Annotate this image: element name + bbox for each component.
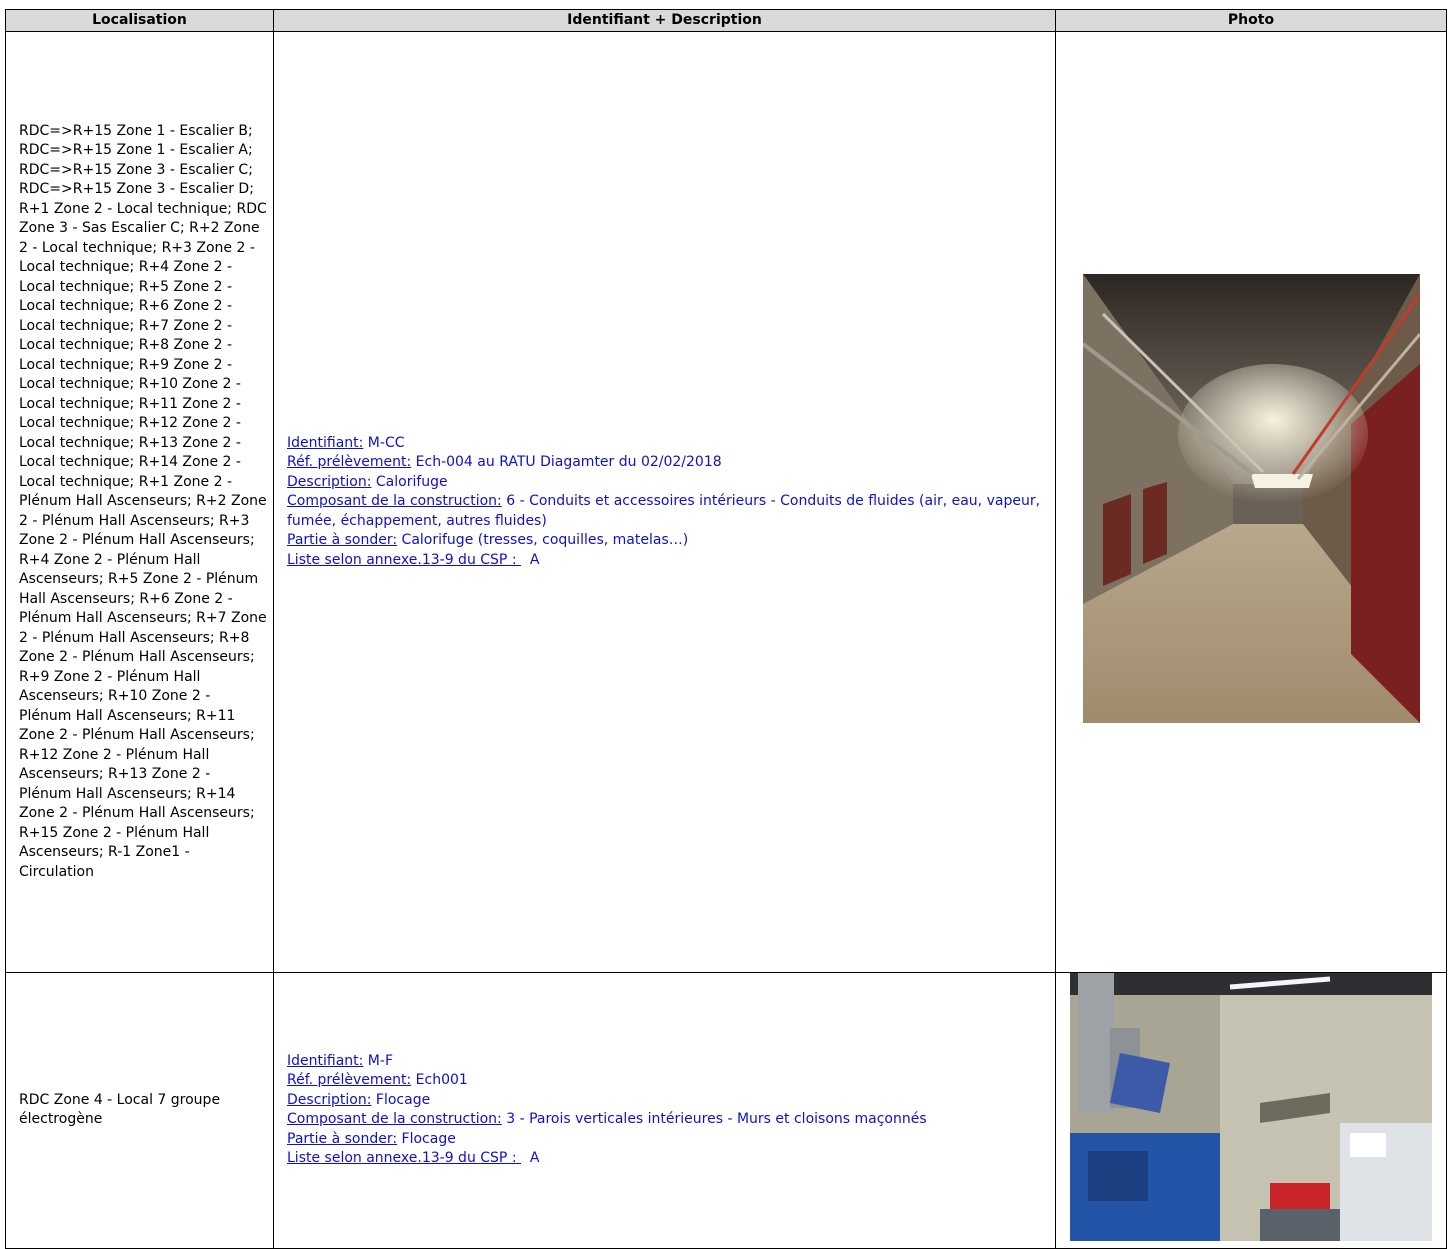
description-line: Description: Calorifuge bbox=[287, 473, 1050, 493]
partie-line: Partie à sonder: Flocage bbox=[287, 1130, 1050, 1150]
localisation-cell: RDC=>R+15 Zone 1 - Escalier B; RDC=>R+15… bbox=[5, 31, 274, 973]
ref-label: Réf. prélèvement: bbox=[287, 454, 412, 471]
generator-room-photo bbox=[1070, 973, 1432, 1241]
description-line: Description: Flocage bbox=[287, 1091, 1050, 1111]
liste-line: Liste selon annexe.13-9 du CSP : A bbox=[287, 551, 1050, 571]
corridor-photo bbox=[1082, 274, 1420, 724]
liste-value: A bbox=[521, 1150, 540, 1167]
table-row: RDC Zone 4 - Local 7 groupe électrogène … bbox=[5, 972, 1447, 1249]
header-localisation: Localisation bbox=[5, 9, 274, 32]
identifiant-value: M-CC bbox=[363, 434, 405, 451]
ref-line: Réf. prélèvement: Ech-004 au RATU Diagam… bbox=[287, 453, 1050, 473]
table-header-row: Localisation Identifiant + Description P… bbox=[5, 9, 1447, 32]
header-photo: Photo bbox=[1055, 9, 1447, 32]
table-row: RDC=>R+15 Zone 1 - Escalier B; RDC=>R+15… bbox=[5, 31, 1447, 973]
partie-value: Flocage bbox=[397, 1130, 456, 1147]
ref-label: Réf. prélèvement: bbox=[287, 1072, 412, 1089]
composant-value: 3 - Parois verticales intérieures - Murs… bbox=[501, 1111, 927, 1128]
description-cell: Identifiant: M-F Réf. prélèvement: Ech00… bbox=[273, 972, 1056, 1249]
description-label: Description: bbox=[287, 473, 372, 490]
partie-label: Partie à sonder: bbox=[287, 532, 398, 549]
identifiant-line: Identifiant: M-F bbox=[287, 1052, 1050, 1072]
composant-label: Composant de la construction: bbox=[287, 1111, 502, 1128]
partie-line: Partie à sonder: Calorifuge (tresses, co… bbox=[287, 531, 1050, 551]
liste-line: Liste selon annexe.13-9 du CSP : A bbox=[287, 1149, 1050, 1169]
localisation-cell: RDC Zone 4 - Local 7 groupe électrogène bbox=[5, 972, 274, 1249]
ref-line: Réf. prélèvement: Ech001 bbox=[287, 1071, 1050, 1091]
composant-line: Composant de la construction: 3 - Parois… bbox=[287, 1110, 1050, 1130]
photo-cell bbox=[1055, 972, 1447, 1249]
liste-label: Liste selon annexe.13-9 du CSP : bbox=[287, 551, 521, 568]
liste-label: Liste selon annexe.13-9 du CSP : bbox=[287, 1150, 521, 1167]
identifiant-label: Identifiant: bbox=[287, 1052, 364, 1069]
identifiant-label: Identifiant: bbox=[287, 434, 364, 451]
report-table: Localisation Identifiant + Description P… bbox=[5, 9, 1447, 1249]
ref-value: Ech001 bbox=[411, 1072, 468, 1089]
composant-line: Composant de la construction: 6 - Condui… bbox=[287, 492, 1050, 531]
ref-value: Ech-004 au RATU Diagamter du 02/02/2018 bbox=[411, 454, 722, 471]
photo-cell bbox=[1055, 31, 1447, 973]
identifiant-value: M-F bbox=[363, 1052, 393, 1069]
description-label: Description: bbox=[287, 1091, 372, 1108]
description-value: Flocage bbox=[371, 1091, 431, 1108]
description-value: Calorifuge bbox=[371, 473, 448, 490]
description-cell: Identifiant: M-CC Réf. prélèvement: Ech-… bbox=[273, 31, 1056, 973]
partie-label: Partie à sonder: bbox=[287, 1130, 398, 1147]
composant-label: Composant de la construction: bbox=[287, 493, 502, 510]
header-identifiant-description: Identifiant + Description bbox=[273, 9, 1056, 32]
partie-value: Calorifuge (tresses, coquilles, matelas…… bbox=[397, 532, 689, 549]
liste-value: A bbox=[521, 551, 540, 568]
identifiant-line: Identifiant: M-CC bbox=[287, 434, 1050, 454]
